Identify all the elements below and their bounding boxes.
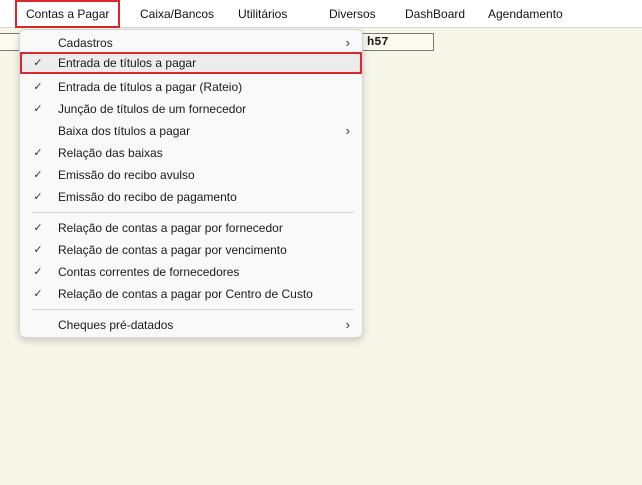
chevron-right-icon: › — [345, 317, 350, 332]
menu-item-recibo-avulso[interactable]: ✓ Emissão do recibo avulso — [20, 164, 362, 186]
menu-item-label: Baixa dos títulos a pagar — [58, 124, 191, 138]
menu-separator — [32, 309, 354, 310]
check-icon: ✓ — [33, 191, 43, 203]
menu-item-contas-correntes[interactable]: ✓ Contas correntes de fornecedores — [20, 261, 362, 283]
menu-item-label: Relação de contas a pagar por Centro de … — [58, 287, 313, 301]
menu-item-recibo-pagamento[interactable]: ✓ Emissão do recibo de pagamento — [20, 186, 362, 208]
menu-item-label: Cheques pré-datados — [58, 318, 174, 332]
chevron-right-icon: › — [345, 123, 350, 138]
menu-agendamento[interactable]: Agendamento — [488, 0, 563, 28]
check-icon: ✓ — [33, 103, 43, 115]
menu-item-entrada-titulos[interactable]: ✓ Entrada de títulos a pagar — [20, 52, 362, 74]
menu-item-label: Contas correntes de fornecedores — [58, 265, 240, 279]
menu-item-label: Emissão do recibo de pagamento — [58, 190, 237, 204]
check-icon: ✓ — [33, 244, 43, 256]
menu-item-label: Junção de títulos de um fornecedor — [58, 102, 247, 116]
menu-separator — [32, 212, 354, 213]
menu-item-cheques-pre-datados[interactable]: Cheques pré-datados › — [20, 314, 362, 336]
check-icon: ✓ — [33, 288, 43, 300]
menu-item-relacao-centro-custo[interactable]: ✓ Relação de contas a pagar por Centro d… — [20, 283, 362, 305]
chevron-right-icon: › — [345, 35, 350, 50]
background-field[interactable]: h57 — [360, 33, 434, 51]
menu-item-label: Cadastros — [58, 36, 113, 50]
menu-item-label: Emissão do recibo avulso — [58, 168, 195, 182]
contas-a-pagar-dropdown: Cadastros › ✓ Entrada de títulos a pagar… — [19, 29, 363, 338]
menu-contas-a-pagar[interactable]: Contas a Pagar — [15, 0, 121, 28]
check-icon: ✓ — [33, 222, 43, 234]
menu-item-relacao-por-vencimento[interactable]: ✓ Relação de contas a pagar por vencimen… — [20, 239, 362, 261]
menu-caixa-bancos[interactable]: Caixa/Bancos — [140, 0, 214, 28]
check-icon: ✓ — [33, 81, 43, 93]
menu-item-label: Entrada de títulos a pagar (Rateio) — [58, 80, 243, 94]
menu-diversos[interactable]: Diversos — [329, 0, 376, 28]
check-icon: ✓ — [33, 266, 43, 278]
menu-item-cadastros[interactable]: Cadastros › — [20, 32, 362, 54]
check-icon: ✓ — [33, 147, 43, 159]
menu-item-entrada-titulos-rateio[interactable]: ✓ Entrada de títulos a pagar (Rateio) — [20, 76, 362, 98]
menu-item-relacao-por-fornecedor[interactable]: ✓ Relação de contas a pagar por forneced… — [20, 217, 362, 239]
menu-item-juncao-titulos[interactable]: ✓ Junção de títulos de um fornecedor — [20, 98, 362, 120]
check-icon: ✓ — [33, 57, 43, 69]
menu-item-baixa-titulos[interactable]: Baixa dos títulos a pagar › — [20, 120, 362, 142]
menu-item-label: Relação das baixas — [58, 146, 163, 160]
menu-item-relacao-baixas[interactable]: ✓ Relação das baixas — [20, 142, 362, 164]
menu-utilitarios[interactable]: Utilitários — [238, 0, 287, 28]
menu-item-label: Entrada de títulos a pagar — [58, 56, 197, 70]
menu-dashboard[interactable]: DashBoard — [405, 0, 465, 28]
menu-bar: Contas a Pagar Caixa/Bancos Utilitários … — [0, 0, 642, 28]
menu-item-label: Relação de contas a pagar por vencimento — [58, 243, 287, 257]
check-icon: ✓ — [33, 169, 43, 181]
menu-item-label: Relação de contas a pagar por fornecedor — [58, 221, 283, 235]
